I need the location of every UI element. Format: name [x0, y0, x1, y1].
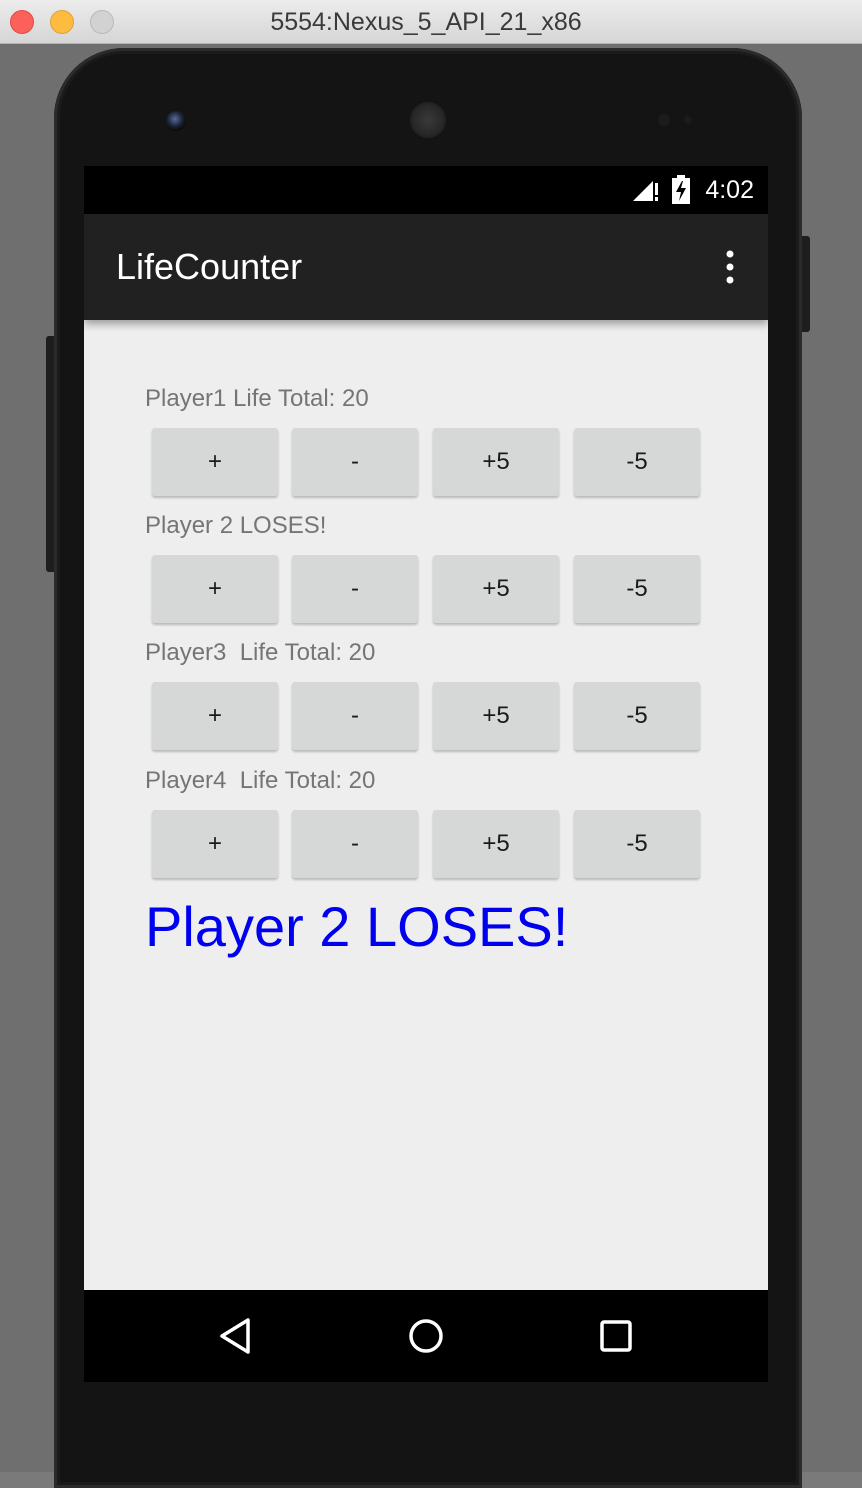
player1-plus-button[interactable]: + [152, 428, 278, 496]
player3-minus5-button[interactable]: -5 [574, 682, 700, 750]
player1-plus5-button[interactable]: +5 [433, 428, 559, 496]
earpiece-speaker-icon [410, 102, 446, 138]
player4-plus5-button[interactable]: +5 [433, 810, 559, 878]
overflow-menu-icon[interactable] [722, 250, 738, 284]
player2-plus-button[interactable]: + [152, 555, 278, 623]
player4-life-label: Player4 Life Total: 20 [145, 767, 376, 794]
proximity-sensor-icon [658, 114, 670, 126]
loser-message: Player 2 LOSES! [145, 895, 569, 958]
player1-minus5-button[interactable]: -5 [574, 428, 700, 496]
player3-life-label: Player3 Life Total: 20 [145, 639, 376, 666]
status-time: 4:02 [705, 175, 754, 204]
navigation-bar [84, 1290, 768, 1382]
player3-plus-button[interactable]: + [152, 682, 278, 750]
player2-minus5-button[interactable]: -5 [574, 555, 700, 623]
player3-plus5-button[interactable]: +5 [433, 682, 559, 750]
player2-life-label: Player 2 LOSES! [145, 512, 327, 539]
light-sensor-icon [684, 116, 692, 124]
player4-minus-button[interactable]: - [292, 810, 418, 878]
player2-minus-button[interactable]: - [292, 555, 418, 623]
player2-plus5-button[interactable]: +5 [433, 555, 559, 623]
player1-life-label: Player1 Life Total: 20 [145, 385, 369, 412]
back-icon[interactable] [216, 1316, 256, 1356]
player2-button-row: + - +5 -5 [152, 555, 700, 623]
app-title: LifeCounter [116, 246, 303, 287]
home-icon[interactable] [406, 1316, 446, 1356]
player3-button-row: + - +5 -5 [152, 682, 700, 750]
app-bar: LifeCounter [84, 214, 768, 320]
signal-icon [633, 181, 659, 201]
window-title: 5554:Nexus_5_API_21_x86 [270, 8, 582, 36]
status-icons: 4:02 [631, 166, 754, 214]
player4-button-row: + - +5 -5 [152, 810, 700, 878]
front-camera-icon [166, 111, 186, 131]
player1-minus-button[interactable]: - [292, 428, 418, 496]
player1-button-row: + - +5 -5 [152, 428, 700, 496]
recents-icon[interactable] [596, 1316, 636, 1356]
phone-screen: 4:02 LifeCounter Player1 Life Total: 20 … [84, 166, 768, 1382]
status-bar: 4:02 [84, 166, 768, 214]
player4-minus5-button[interactable]: -5 [574, 810, 700, 878]
window-titlebar: 5554:Nexus_5_API_21_x86 [0, 0, 862, 44]
battery-icon [672, 175, 691, 204]
player4-plus-button[interactable]: + [152, 810, 278, 878]
player3-minus-button[interactable]: - [292, 682, 418, 750]
